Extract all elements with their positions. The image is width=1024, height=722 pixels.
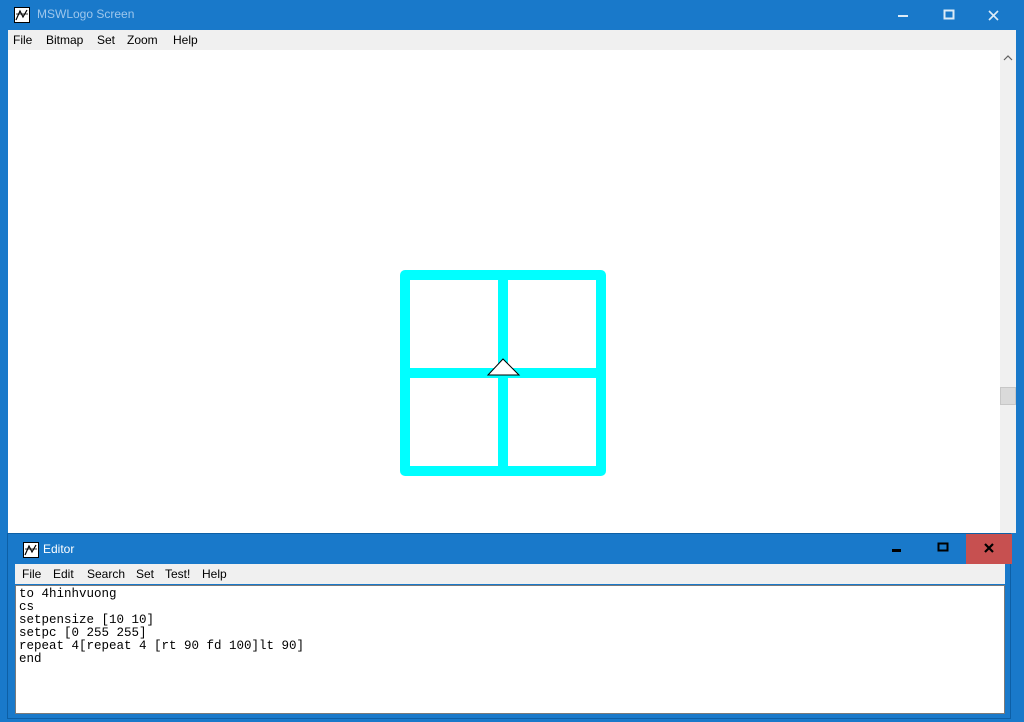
turtle-triangle-icon	[486, 358, 521, 376]
editor-maximize-button[interactable]	[920, 534, 966, 564]
minimize-icon	[892, 549, 901, 552]
close-button[interactable]	[971, 0, 1017, 30]
editor-menu-edit[interactable]: Edit	[53, 567, 74, 581]
code-line: repeat 4[repeat 4 [rt 90 fd 100]lt 90]	[19, 639, 305, 653]
canvas-vertical-scrollbar[interactable]	[1000, 50, 1016, 533]
turtle-drawing	[400, 270, 606, 476]
editor-menu-help[interactable]: Help	[202, 567, 227, 581]
main-menubar: File Bitmap Set Zoom Help	[8, 30, 1016, 50]
mswlogo-app-icon	[14, 7, 30, 23]
editor-menu-test[interactable]: Test!	[165, 567, 190, 581]
editor-title: Editor	[43, 542, 75, 556]
scroll-up-button[interactable]	[1000, 50, 1016, 67]
editor-menubar: File Edit Search Set Test! Help	[15, 564, 1005, 584]
editor-minimize-button[interactable]	[874, 534, 920, 564]
code-line: end	[19, 652, 42, 666]
drawing-canvas[interactable]	[8, 50, 1000, 533]
scrollbar-thumb[interactable]	[1000, 387, 1016, 405]
minimize-button[interactable]	[880, 0, 926, 30]
close-icon	[984, 543, 994, 553]
maximize-icon	[937, 542, 949, 552]
main-window-title: MSWLogo Screen	[37, 7, 135, 21]
close-icon	[988, 10, 999, 21]
menu-zoom[interactable]: Zoom	[127, 33, 158, 47]
editor-window: Editor File Edit Search Set Test! Help t…	[7, 533, 1012, 719]
code-editor-textarea[interactable]: to 4hinhvuong cs setpensize [10 10] setp…	[15, 585, 1005, 714]
maximize-icon	[943, 9, 955, 20]
menu-bitmap[interactable]: Bitmap	[46, 33, 83, 47]
menu-set[interactable]: Set	[97, 33, 115, 47]
chevron-up-icon	[1003, 55, 1013, 61]
editor-close-button[interactable]	[966, 534, 1012, 564]
editor-menu-set[interactable]: Set	[136, 567, 154, 581]
maximize-button[interactable]	[926, 0, 972, 30]
menu-file[interactable]: File	[13, 33, 32, 47]
minimize-icon	[898, 15, 908, 17]
editor-menu-search[interactable]: Search	[87, 567, 125, 581]
editor-menu-file[interactable]: File	[22, 567, 41, 581]
editor-titlebar[interactable]: Editor	[8, 534, 1012, 564]
main-titlebar[interactable]: MSWLogo Screen	[0, 0, 1024, 30]
menu-help[interactable]: Help	[173, 33, 198, 47]
editor-app-icon	[23, 542, 39, 558]
